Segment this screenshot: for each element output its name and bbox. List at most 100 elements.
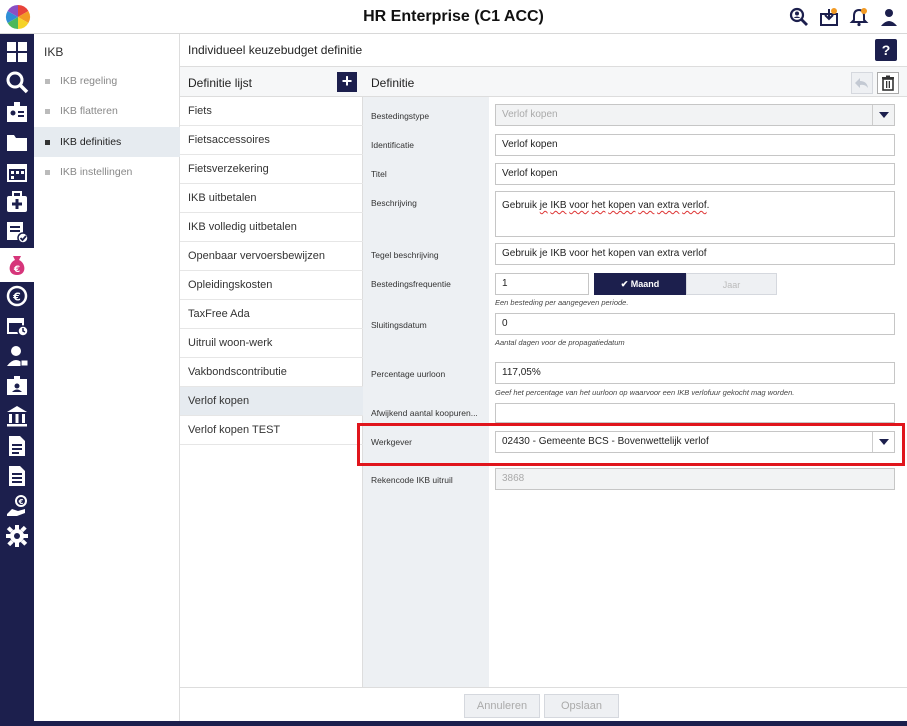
frequentie-label: Bestedingsfrequentie bbox=[371, 279, 451, 289]
beschrijving-textarea[interactable]: Gebruik je IKB voor het kopen van extra … bbox=[495, 191, 895, 237]
spellcheck-word: voor bbox=[569, 200, 589, 211]
list-item[interactable]: Fiets bbox=[180, 97, 363, 126]
sluitingsdatum-label: Sluitingsdatum bbox=[371, 320, 427, 330]
identificatie-input[interactable]: Verlof kopen bbox=[495, 134, 895, 156]
calendar-icon[interactable] bbox=[5, 160, 29, 184]
delete-button[interactable] bbox=[877, 72, 899, 94]
app-title: HR Enterprise (C1 ACC) bbox=[363, 8, 544, 25]
spellcheck-word: van bbox=[638, 200, 655, 211]
titel-input[interactable]: Verlof kopen bbox=[495, 163, 895, 185]
sluitingsdatum-input[interactable]: 0 bbox=[495, 313, 895, 335]
cancel-button[interactable]: Annuleren bbox=[464, 694, 540, 718]
tegel-input[interactable]: Gebruik je IKB voor het kopen van extra … bbox=[495, 243, 895, 265]
percentage-label: Percentage uurloon bbox=[371, 369, 446, 379]
import-icon[interactable] bbox=[819, 7, 839, 27]
add-definition-button[interactable]: + bbox=[337, 72, 357, 92]
institution-icon[interactable] bbox=[5, 404, 29, 428]
undo-button[interactable] bbox=[851, 72, 873, 94]
hand-money-icon[interactable]: € bbox=[5, 494, 29, 518]
bullet-icon bbox=[45, 140, 50, 145]
subnav-title: IKB bbox=[44, 45, 64, 59]
list-item[interactable]: IKB uitbetalen bbox=[180, 184, 363, 213]
frequentie-input[interactable]: 1 bbox=[495, 273, 589, 295]
subnav-item-ikb-flatteren[interactable]: IKB flatteren bbox=[34, 96, 180, 126]
search-icon[interactable] bbox=[5, 70, 29, 94]
spellcheck-word: verlof bbox=[682, 200, 707, 211]
svg-text:€: € bbox=[13, 265, 20, 275]
maand-label: Maand bbox=[630, 279, 660, 289]
spellcheck-word: je bbox=[539, 200, 548, 211]
list-item[interactable]: Opleidingskosten bbox=[180, 271, 363, 300]
calendar-clock-icon[interactable] bbox=[5, 314, 29, 338]
folder-icon[interactable] bbox=[5, 130, 29, 154]
afwijkend-input[interactable] bbox=[495, 403, 895, 423]
search-people-icon[interactable] bbox=[789, 7, 809, 27]
definition-list-title: Definitie lijst bbox=[188, 76, 253, 90]
subnav-item-ikb-definities[interactable]: IKB definities bbox=[34, 127, 180, 157]
check-icon: ✔ bbox=[620, 279, 631, 289]
id-card-icon[interactable] bbox=[5, 374, 29, 398]
report-icon[interactable] bbox=[5, 464, 29, 488]
ikb-subnav: IKB IKB regeling IKB flatteren IKB defin… bbox=[34, 34, 180, 726]
beschrijving-label: Beschrijving bbox=[371, 198, 417, 208]
trash-icon bbox=[882, 75, 894, 91]
bullet-icon bbox=[45, 79, 50, 84]
list-item[interactable]: Fietsaccessoires bbox=[180, 126, 363, 155]
money-bag-icon[interactable]: € bbox=[5, 253, 29, 277]
subnav-item-label: IKB instellingen bbox=[60, 166, 133, 178]
svg-text:€: € bbox=[12, 291, 21, 304]
person-icon[interactable] bbox=[5, 344, 29, 368]
list-item[interactable]: Verlof kopen TEST bbox=[180, 416, 363, 445]
list-item[interactable]: Openbaar vervoersbewijzen bbox=[180, 242, 363, 271]
subnav-item-ikb-regeling[interactable]: IKB regeling bbox=[34, 66, 180, 96]
svg-text:€: € bbox=[18, 498, 24, 506]
user-icon[interactable] bbox=[879, 7, 899, 27]
highlight-annotation-box bbox=[357, 423, 905, 466]
document-icon[interactable] bbox=[5, 434, 29, 458]
definition-detail-panel: Definitie Bestedingstype Verlof kopen Id… bbox=[363, 67, 907, 687]
chevron-down-icon[interactable] bbox=[872, 105, 894, 125]
bestedingstype-select[interactable]: Verlof kopen bbox=[495, 104, 895, 126]
save-button[interactable]: Opslaan bbox=[544, 694, 619, 718]
list-item[interactable]: IKB volledig uitbetalen bbox=[180, 213, 363, 242]
euro-refresh-icon[interactable]: € bbox=[5, 284, 29, 308]
list-item[interactable]: Uitruil woon-werk bbox=[180, 329, 363, 358]
jaar-toggle[interactable]: Jaar bbox=[686, 273, 777, 295]
badge-icon[interactable] bbox=[5, 100, 29, 124]
list-item[interactable]: Fietsverzekering bbox=[180, 155, 363, 184]
bestedingstype-value: Verlof kopen bbox=[502, 109, 558, 120]
percentage-input[interactable]: 117,05% bbox=[495, 362, 895, 384]
notification-bell-icon[interactable] bbox=[849, 7, 869, 27]
tegel-label: Tegel beschrijving bbox=[371, 250, 439, 260]
spellcheck-word: extra bbox=[657, 200, 680, 211]
subnav-item-ikb-instellingen[interactable]: IKB instellingen bbox=[34, 157, 180, 187]
rekencode-label: Rekencode IKB uitruil bbox=[371, 475, 453, 485]
identificatie-label: Identificatie bbox=[371, 140, 414, 150]
spellcheck-word: kopen bbox=[608, 200, 636, 211]
checklist-icon[interactable] bbox=[5, 220, 29, 244]
definition-list-header: Definitie lijst + bbox=[180, 67, 363, 97]
dashboard-icon[interactable] bbox=[5, 40, 29, 64]
list-item[interactable]: TaxFree Ada bbox=[180, 300, 363, 329]
subnav-item-label: IKB regeling bbox=[60, 75, 118, 87]
definition-list-panel: Definitie lijst + Fiets Fietsaccessoires… bbox=[180, 67, 363, 687]
settings-gear-icon[interactable] bbox=[5, 524, 29, 548]
subnav-item-label: IKB definities bbox=[60, 136, 122, 148]
main-nav-rail: € € € bbox=[0, 34, 34, 726]
top-bar: HR Enterprise (C1 ACC) bbox=[0, 0, 907, 34]
maand-toggle[interactable]: ✔ Maand bbox=[594, 273, 686, 295]
definition-detail-header: Definitie bbox=[363, 67, 907, 97]
medical-icon[interactable] bbox=[5, 190, 29, 214]
list-item-selected[interactable]: Verlof kopen bbox=[180, 387, 363, 416]
form-footer: Annuleren Opslaan bbox=[180, 687, 907, 721]
beschrijving-text-part: Gebruik bbox=[502, 200, 540, 211]
frequentie-help: Een besteding per aangegeven periode. bbox=[495, 298, 629, 307]
afwijkend-label: Afwijkend aantal koopuren... bbox=[371, 408, 478, 418]
subnav-item-label: IKB flatteren bbox=[60, 105, 118, 117]
bullet-icon bbox=[45, 170, 50, 175]
help-button[interactable]: ? bbox=[875, 39, 897, 61]
spellcheck-word: IKB bbox=[550, 200, 567, 211]
sluitingsdatum-help: Aantal dagen voor de propagatiedatum bbox=[495, 338, 625, 347]
percentage-help: Geef het percentage van het uurloon op w… bbox=[495, 388, 795, 397]
list-item[interactable]: Vakbondscontributie bbox=[180, 358, 363, 387]
